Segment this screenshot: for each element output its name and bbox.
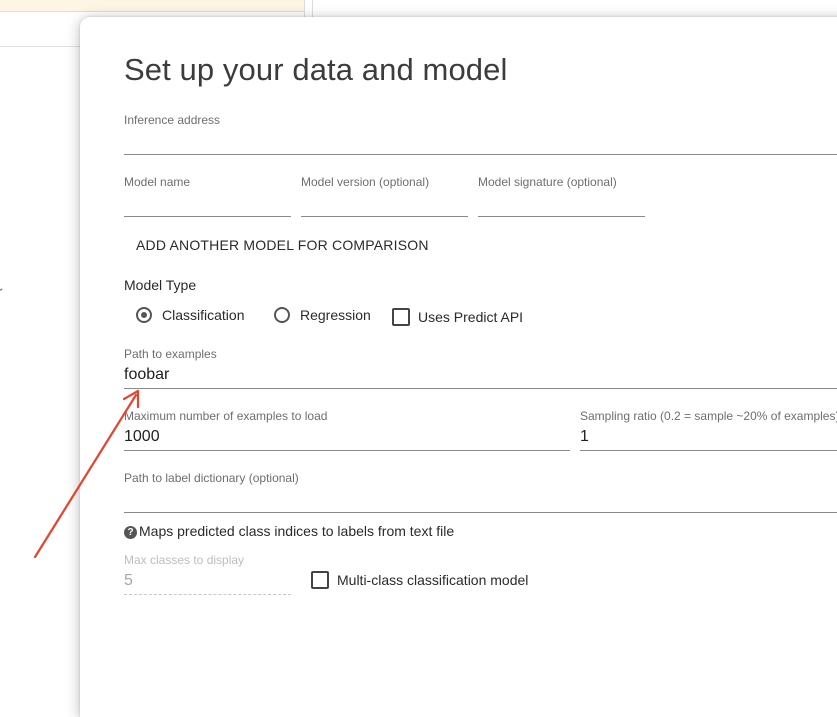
- max-classes-field: Max classes to display 5: [124, 553, 291, 595]
- model-signature-field[interactable]: Model signature (optional): [478, 175, 645, 217]
- sampling-ratio-field[interactable]: Sampling ratio (0.2 = sample ~20% of exa…: [580, 409, 837, 451]
- path-to-examples-field[interactable]: Path to examples foobar: [124, 347, 837, 389]
- inference-address-field[interactable]: Inference address: [124, 113, 837, 155]
- max-classes-label: Max classes to display: [124, 553, 245, 567]
- model-name-underline: [124, 216, 291, 217]
- dialog-title: Set up your data and model: [124, 52, 508, 87]
- setup-dialog: Set up your data and model Inference add…: [80, 17, 837, 717]
- path-to-examples-label: Path to examples: [124, 347, 217, 361]
- help-circle-icon: ?: [124, 526, 137, 539]
- background-divider: [304, 0, 305, 18]
- background-divider: [312, 0, 313, 18]
- model-version-label: Model version (optional): [301, 175, 430, 189]
- model-name-label: Model name: [124, 175, 191, 189]
- inference-address-label: Inference address: [124, 113, 221, 127]
- model-signature-underline: [478, 216, 645, 217]
- predict-api-label[interactable]: Uses Predict API: [418, 309, 523, 325]
- multi-class-label[interactable]: Multi-class classification model: [337, 572, 528, 588]
- classification-label[interactable]: Classification: [162, 307, 244, 323]
- add-model-button[interactable]: ADD ANOTHER MODEL FOR COMPARISON: [136, 237, 429, 253]
- label-dictionary-field[interactable]: Path to label dictionary (optional): [124, 471, 837, 513]
- max-classes-underline: [124, 594, 291, 595]
- regression-label[interactable]: Regression: [300, 307, 371, 323]
- regression-radio[interactable]: [274, 307, 290, 323]
- model-version-field[interactable]: Model version (optional): [301, 175, 468, 217]
- classification-radio[interactable]: [136, 307, 152, 323]
- label-dictionary-label: Path to label dictionary (optional): [124, 471, 299, 485]
- model-name-field[interactable]: Model name: [124, 175, 291, 217]
- background-banner: [0, 0, 305, 12]
- max-examples-underline: [124, 450, 570, 451]
- max-examples-field[interactable]: Maximum number of examples to load 1000: [124, 409, 570, 451]
- model-signature-label: Model signature (optional): [478, 175, 617, 189]
- predict-api-checkbox[interactable]: [392, 308, 410, 326]
- sampling-ratio-underline: [580, 450, 837, 451]
- background-mark: [0, 288, 6, 297]
- path-to-examples-underline: [124, 388, 837, 389]
- model-version-underline: [301, 216, 468, 217]
- model-type-heading: Model Type: [124, 277, 197, 293]
- sampling-ratio-label: Sampling ratio (0.2 = sample ~20% of exa…: [580, 409, 837, 423]
- help-text: Maps predicted class indices to labels f…: [139, 523, 455, 539]
- max-examples-input[interactable]: 1000: [124, 428, 160, 446]
- inference-address-underline: [124, 154, 837, 155]
- label-dictionary-help: ? Maps predicted class indices to labels …: [124, 523, 454, 539]
- sampling-ratio-input[interactable]: 1: [580, 428, 589, 446]
- label-dictionary-underline: [124, 512, 837, 513]
- max-examples-label: Maximum number of examples to load: [124, 409, 328, 423]
- multi-class-checkbox[interactable]: [311, 571, 329, 589]
- max-classes-input: 5: [124, 572, 133, 589]
- path-to-examples-input[interactable]: foobar: [124, 366, 169, 384]
- background-divider: [0, 46, 80, 47]
